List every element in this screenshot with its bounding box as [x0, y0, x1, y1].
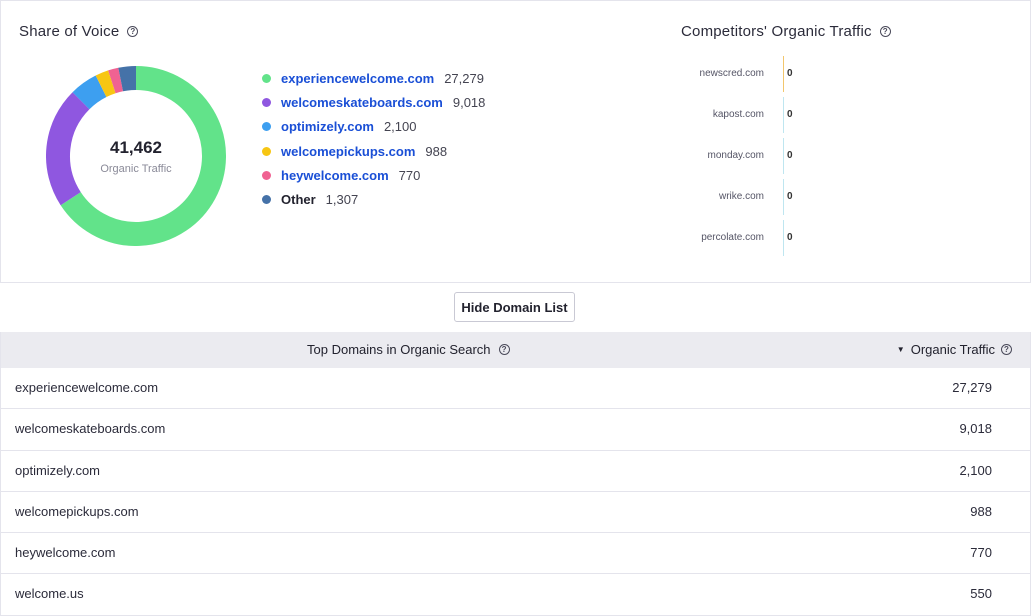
donut-slice-3[interactable] [95, 70, 116, 98]
legend-value: 770 [398, 167, 421, 183]
competitor-value: 0 [787, 109, 793, 120]
competitor-label: wrike.com [718, 191, 764, 202]
domain-cell: heywelcome.com [15, 545, 116, 561]
legend-value: 27,279 [444, 70, 484, 86]
caret-down-icon: ▼ [896, 345, 905, 354]
legend-domain: Other [281, 192, 316, 208]
legend-item[interactable]: experiencewelcome.com 27,279 [262, 66, 485, 90]
competitor-row: wrike.com 0 [690, 179, 810, 220]
column-header-domain: Top Domains in Organic Search ? [307, 342, 510, 357]
competitor-label: monday.com [707, 150, 764, 161]
legend-item[interactable]: optimizely.com 2,100 [262, 115, 485, 139]
question-circle-icon[interactable]: ? [1001, 344, 1012, 355]
competitor-value: 0 [787, 150, 793, 161]
legend-item[interactable]: welcomepickups.com 988 [262, 139, 485, 163]
domain-cell: optimizely.com [15, 462, 101, 478]
competitor-row: kapost.com 0 [690, 97, 810, 138]
legend-value: 9,018 [452, 94, 486, 110]
column-header-traffic[interactable]: ▼ Organic Traffic ? [897, 342, 1012, 357]
top-domains-table: Top Domains in Organic Search ? ▼ Organi… [0, 332, 1031, 616]
table-row[interactable]: welcome.us 550 [1, 574, 1030, 616]
competitor-bar[interactable] [783, 220, 784, 256]
competitor-value: 0 [787, 68, 793, 79]
domain-cell: welcomeskateboards.com [15, 421, 166, 437]
competitor-label: kapost.com [712, 109, 764, 120]
legend-dot-icon [262, 97, 271, 107]
hide-domain-list-button[interactable]: Hide Domain List [454, 292, 575, 322]
legend-value: 1,307 [325, 192, 359, 208]
donut-slice-2[interactable] [72, 75, 107, 110]
table-row[interactable]: welcomepickups.com 988 [1, 492, 1030, 534]
competitor-value: 0 [787, 191, 793, 202]
competitors-title: Competitors' Organic Traffic ? [681, 23, 891, 40]
legend-domain[interactable]: welcomepickups.com [281, 144, 415, 159]
legend-dot-icon [262, 73, 271, 83]
donut-slice-5[interactable] [118, 66, 137, 92]
competitor-bar[interactable] [783, 97, 784, 133]
legend-dot-icon [262, 195, 271, 205]
domain-cell: welcome.us [15, 586, 84, 602]
traffic-cell: 9,018 [959, 421, 992, 437]
competitor-bar[interactable] [783, 138, 784, 174]
competitor-label: percolate.com [701, 232, 764, 243]
table-row[interactable]: experiencewelcome.com 27,279 [1, 368, 1030, 410]
legend-domain[interactable]: experiencewelcome.com [281, 71, 434, 86]
legend-domain[interactable]: optimizely.com [281, 119, 374, 134]
competitor-label: newscred.com [699, 68, 764, 79]
question-circle-icon[interactable]: ? [498, 344, 510, 355]
share-of-voice-legend: experiencewelcome.com 27,279 welcomeskateb… [262, 66, 485, 212]
table-row[interactable]: welcomeskateboards.com 9,018 [1, 409, 1030, 451]
traffic-cell: 770 [970, 545, 992, 561]
legend-value: 2,100 [383, 119, 417, 135]
table-body: experiencewelcome.com 27,279 welcomeskateb… [1, 368, 1030, 616]
traffic-cell: 988 [970, 503, 992, 519]
traffic-cell: 2,100 [959, 462, 992, 478]
question-circle-icon[interactable]: ? [127, 26, 139, 37]
competitor-value: 0 [787, 232, 793, 243]
legend-dot-icon [262, 122, 271, 132]
competitor-row: newscred.com 0 [690, 56, 810, 97]
legend-value: 988 [425, 143, 448, 159]
traffic-cell: 550 [970, 586, 992, 602]
domain-cell: experiencewelcome.com [15, 380, 159, 395]
share-of-voice-donut [46, 66, 226, 246]
donut-slice-4[interactable] [108, 67, 124, 94]
table-row[interactable]: optimizely.com 2,100 [1, 451, 1030, 492]
competitor-row: percolate.com 0 [690, 220, 810, 261]
legend-dot-icon [262, 146, 271, 156]
legend-dot-icon [262, 170, 271, 180]
question-circle-icon[interactable]: ? [879, 26, 891, 37]
legend-domain[interactable]: heywelcome.com [281, 168, 389, 183]
legend-domain[interactable]: welcomeskateboards.com [281, 95, 443, 110]
table-row[interactable]: heywelcome.com 770 [1, 533, 1030, 575]
share-of-voice-title: Share of Voice ? [19, 23, 139, 40]
table-header: Top Domains in Organic Search ? ▼ Organi… [1, 332, 1030, 368]
domain-cell: welcomepickups.com [15, 503, 139, 519]
legend-item: Other 1,307 [262, 187, 485, 211]
legend-item[interactable]: heywelcome.com 770 [262, 163, 485, 187]
traffic-cell: 27,279 [952, 380, 992, 395]
competitor-bar[interactable] [783, 179, 784, 215]
competitor-bar[interactable] [783, 56, 784, 92]
donut-slice-1[interactable] [46, 92, 90, 206]
legend-item[interactable]: welcomeskateboards.com 9,018 [262, 90, 485, 114]
competitor-row: monday.com 0 [690, 138, 810, 179]
competitors-chart: newscred.com 0 kapost.com 0 monday.com 0 wrike… [690, 56, 810, 261]
